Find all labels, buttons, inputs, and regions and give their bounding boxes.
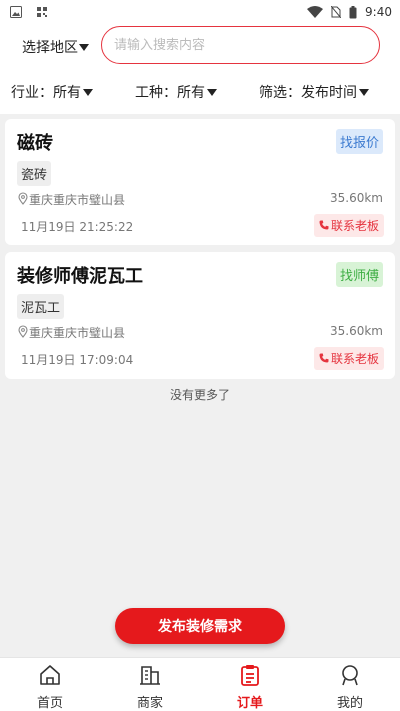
tab-orders[interactable]: 订单 bbox=[200, 658, 300, 711]
search-input[interactable] bbox=[101, 26, 380, 64]
dropdown-triangle-icon bbox=[359, 88, 369, 96]
order-title: 磁砖 bbox=[17, 133, 53, 154]
order-time: 11月19日 21:25:22 bbox=[21, 220, 134, 234]
no-more-text: 没有更多了 bbox=[169, 388, 230, 402]
tab-orders-label: 订单 bbox=[236, 696, 263, 711]
filter-sort[interactable]: 筛选：发布时间 bbox=[259, 82, 369, 102]
battery-icon bbox=[349, 5, 357, 19]
status-bar: 9:40 bbox=[0, 0, 400, 24]
tab-home[interactable]: 首页 bbox=[0, 658, 100, 711]
phone-icon bbox=[319, 219, 329, 233]
order-location-text: 重庆重庆市璧山县 bbox=[29, 193, 126, 207]
bottom-tab-bar: 首页 商家 订单 我的 bbox=[0, 657, 400, 711]
location-pin-icon bbox=[17, 191, 29, 208]
order-distance: 35.60km bbox=[330, 324, 383, 338]
region-label: 选择地区 bbox=[22, 40, 78, 56]
phone-icon bbox=[319, 352, 329, 366]
publish-request-button[interactable]: 发布装修需求 bbox=[115, 608, 285, 644]
tab-home-label: 首页 bbox=[36, 696, 63, 711]
home-icon bbox=[39, 664, 61, 692]
order-card[interactable]: 装修师傅泥瓦工 找师傅 泥瓦工 重庆重庆市璧山县 35.60km 11月19日 … bbox=[5, 252, 395, 379]
building-icon bbox=[139, 664, 161, 692]
order-card[interactable]: 磁砖 找报价 瓷砖 重庆重庆市璧山县 35.60km 11月19日 21:25:… bbox=[5, 119, 395, 245]
filter-bar: 行业：所有 工种：所有 筛选：发布时间 bbox=[0, 70, 400, 114]
user-icon bbox=[339, 664, 361, 692]
contact-boss-label: 联系老板 bbox=[330, 352, 379, 366]
wifi-icon bbox=[307, 6, 324, 18]
order-distance: 35.60km bbox=[330, 191, 383, 205]
tab-mine-label: 我的 bbox=[336, 696, 363, 711]
filter-industry-label: 行业：所有 bbox=[11, 85, 81, 101]
no-sim-icon bbox=[331, 6, 342, 18]
dropdown-triangle-icon bbox=[207, 88, 217, 96]
tab-mine[interactable]: 我的 bbox=[300, 658, 400, 711]
order-time: 11月19日 17:09:04 bbox=[21, 353, 134, 367]
region-selector[interactable]: 选择地区 bbox=[22, 37, 89, 57]
location-pin-icon bbox=[17, 324, 29, 341]
order-location: 重庆重庆市璧山县 bbox=[17, 324, 125, 341]
contact-boss-label: 联系老板 bbox=[330, 219, 379, 233]
order-icon bbox=[239, 664, 261, 692]
order-type-badge: 找师傅 bbox=[335, 262, 383, 287]
order-location: 重庆重庆市璧山县 bbox=[17, 191, 125, 208]
dropdown-triangle-icon bbox=[83, 88, 93, 96]
dropdown-triangle-icon bbox=[79, 43, 89, 51]
order-tag: 瓷砖 bbox=[17, 161, 52, 186]
tab-merchants[interactable]: 商家 bbox=[100, 658, 200, 711]
filter-worktype[interactable]: 工种：所有 bbox=[135, 82, 217, 102]
order-location-text: 重庆重庆市璧山县 bbox=[29, 326, 126, 340]
order-title: 装修师傅泥瓦工 bbox=[17, 266, 143, 287]
contact-boss-button[interactable]: 联系老板 bbox=[313, 347, 384, 370]
order-type-badge: 找报价 bbox=[335, 129, 383, 154]
qr-notification-icon bbox=[36, 6, 48, 18]
filter-industry[interactable]: 行业：所有 bbox=[11, 82, 93, 102]
image-notification-icon bbox=[10, 6, 22, 18]
filter-worktype-label: 工种：所有 bbox=[135, 85, 205, 101]
order-tag: 泥瓦工 bbox=[17, 294, 65, 319]
filter-sort-label: 筛选：发布时间 bbox=[259, 85, 357, 101]
contact-boss-button[interactable]: 联系老板 bbox=[313, 214, 384, 237]
clock: 9:40 bbox=[365, 5, 392, 19]
tab-merchants-label: 商家 bbox=[136, 696, 163, 711]
header: 选择地区 bbox=[0, 24, 400, 70]
